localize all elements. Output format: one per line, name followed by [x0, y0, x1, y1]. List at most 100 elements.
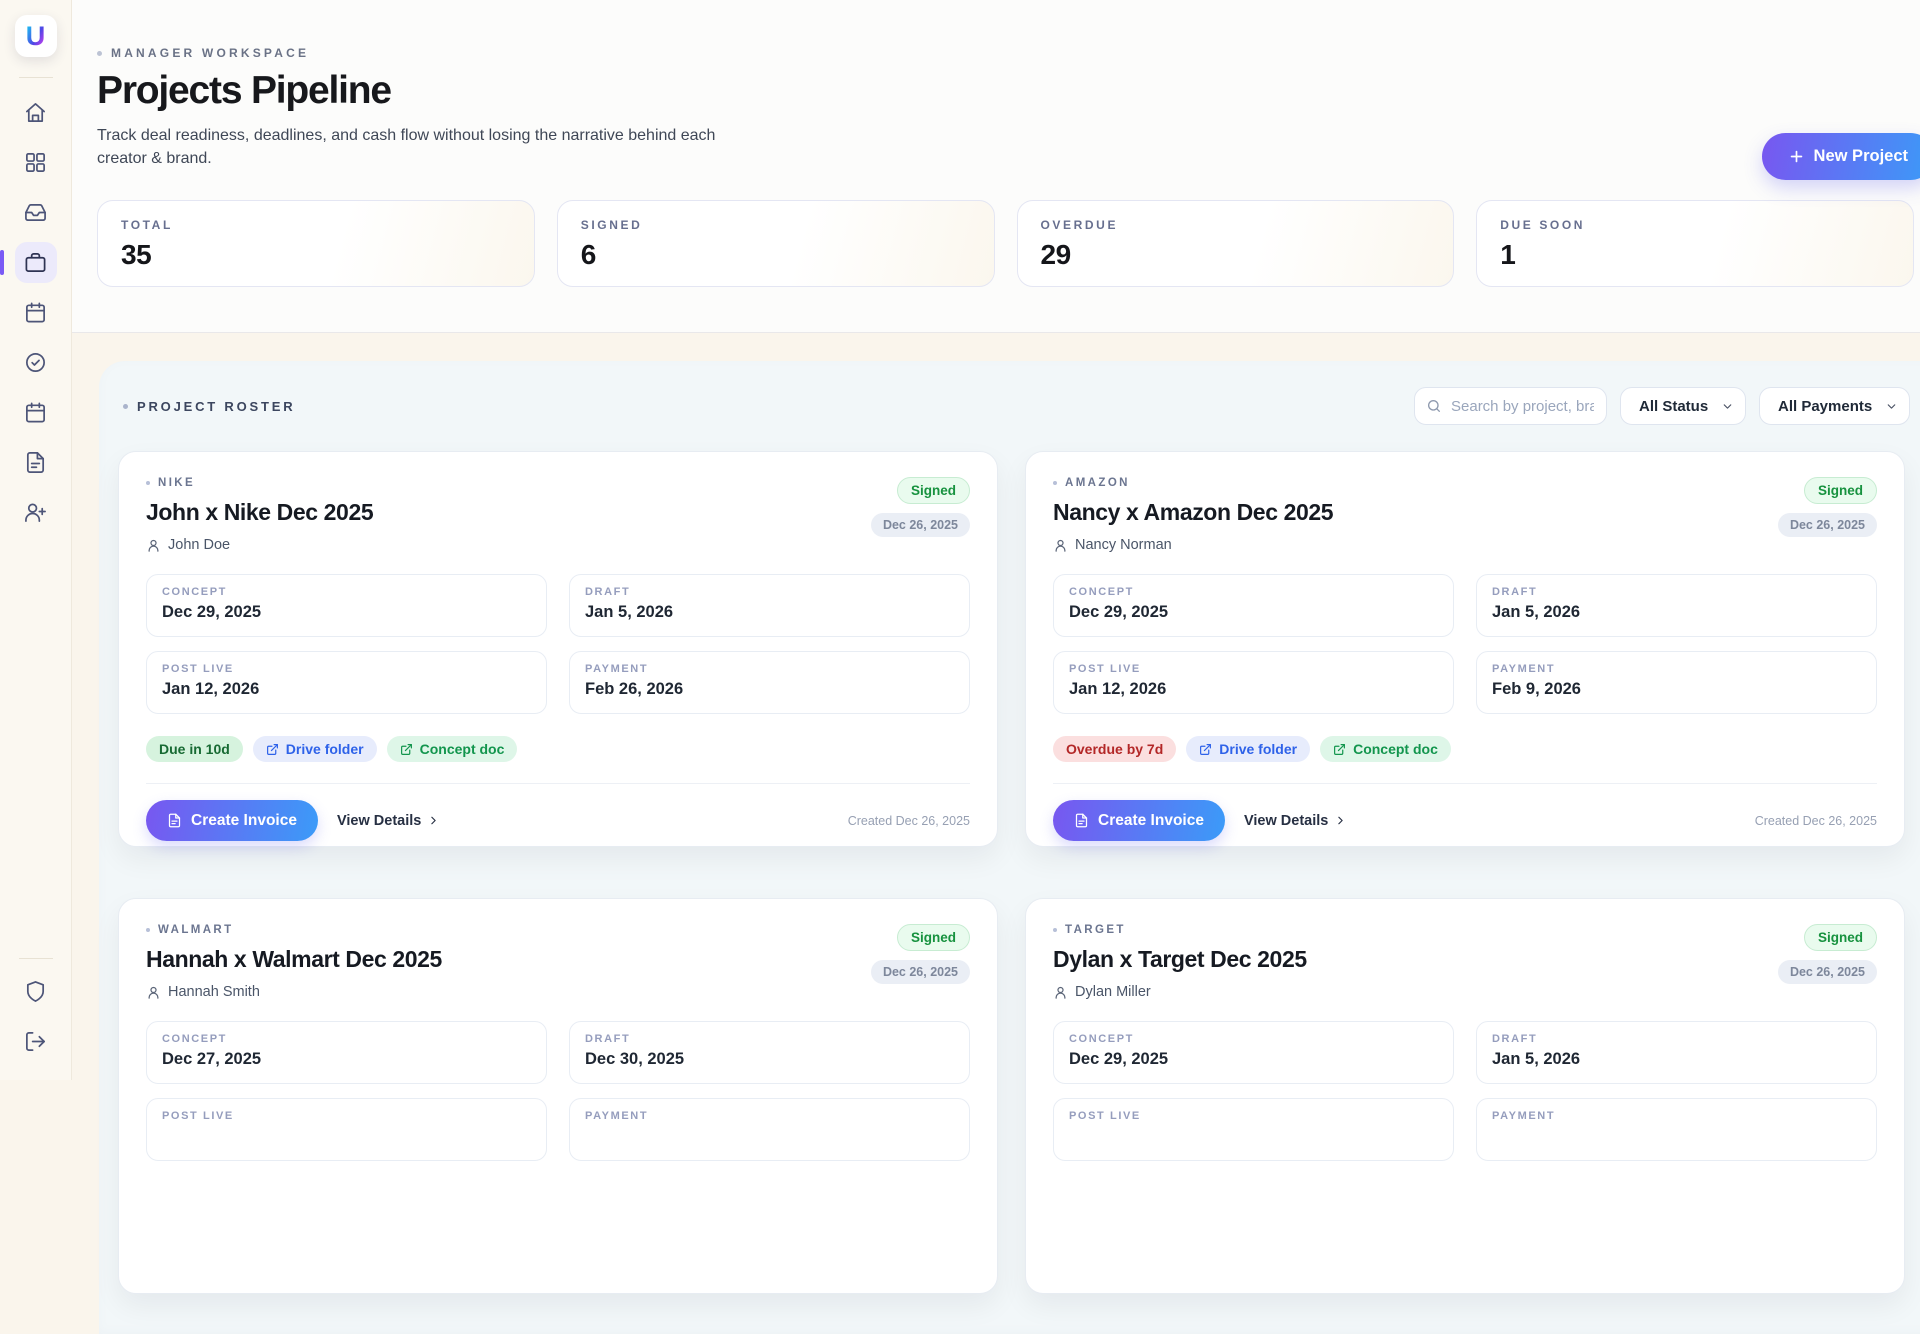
project-card: AMAZON Nancy x Amazon Dec 2025 Nancy Nor…: [1025, 451, 1905, 847]
created-date: Created Dec 26, 2025: [1755, 814, 1877, 828]
milestone-box: DRAFTJan 5, 2026: [1476, 1021, 1877, 1084]
milestones-grid: CONCEPT Dec 27, 2025 DRAFT Dec 30, 2025 POST…: [146, 1021, 970, 1161]
card-date-badge: Dec 26, 2025: [1778, 960, 1877, 984]
create-invoice-button[interactable]: Create Invoice: [146, 800, 318, 841]
card-badge[interactable]: Drive folder: [253, 736, 377, 762]
page-header: MANAGER WORKSPACE Projects Pipeline Trac…: [72, 0, 1920, 333]
card-badge-label: Due in 10d: [159, 741, 230, 757]
milestone-value: Dec 27, 2025: [162, 1050, 531, 1069]
card-creator: John Doe: [146, 537, 373, 553]
milestone-label: POST LIVE: [162, 1110, 531, 1122]
milestone-label: POST LIVE: [162, 663, 531, 675]
card-badge[interactable]: Concept doc: [387, 736, 518, 762]
sidebar-item-approvals-check-circle[interactable]: [15, 342, 57, 383]
stat-card: DUE SOON 1: [1476, 200, 1914, 287]
milestone-value: Dec 29, 2025: [162, 603, 531, 622]
milestone-value: Jan 5, 2026: [585, 603, 954, 622]
card-title: Nancy x Amazon Dec 2025: [1053, 499, 1333, 526]
page-subtitle: Track deal readiness, deadlines, and cas…: [97, 125, 752, 170]
milestone-label: CONCEPT: [1069, 1033, 1438, 1045]
card-badge[interactable]: Concept doc: [1320, 736, 1451, 762]
milestone-box: DRAFT Dec 30, 2025: [569, 1021, 970, 1084]
view-details-link[interactable]: View Details: [337, 813, 440, 829]
projects-briefcase-icon: [24, 251, 47, 274]
milestone-value: Jan 5, 2026: [1492, 603, 1861, 622]
sidebar-item-projects-briefcase[interactable]: [15, 242, 57, 283]
status-badge: Signed: [897, 924, 970, 951]
invoice-file-icon: [167, 813, 182, 828]
sidebar-item-dashboard-grid[interactable]: [15, 142, 57, 183]
card-badge[interactable]: Drive folder: [1186, 736, 1310, 762]
status-filter-select[interactable]: All Status: [1620, 387, 1746, 425]
card-badge-label: Drive folder: [286, 741, 364, 757]
logout-icon: [24, 1030, 47, 1053]
payments-filter: All Payments: [1759, 387, 1910, 425]
card-title: Hannah x Walmart Dec 2025: [146, 946, 442, 973]
milestone-label: DRAFT: [585, 1033, 954, 1045]
sidebar-item-security-shield[interactable]: [15, 971, 57, 1012]
project-card: NIKE John x Nike Dec 2025 John Doe Signe…: [118, 451, 998, 847]
status-badge: Signed: [1804, 477, 1877, 504]
milestone-box: CONCEPT Dec 27, 2025: [146, 1021, 547, 1084]
external-link-icon: [400, 743, 413, 756]
card-title: John x Nike Dec 2025: [146, 499, 373, 526]
create-invoice-label: Create Invoice: [191, 812, 297, 830]
security-shield-icon: [24, 980, 47, 1003]
create-invoice-button[interactable]: Create Invoice: [1053, 800, 1225, 841]
stat-value: 29: [1041, 239, 1431, 271]
milestone-label: CONCEPT: [162, 586, 531, 598]
external-link-icon: [1333, 743, 1346, 756]
card-title: Dylan x Target Dec 2025: [1053, 946, 1307, 973]
stat-card: SIGNED 6: [557, 200, 995, 287]
milestone-value: Dec 30, 2025: [585, 1050, 954, 1069]
card-badge: Due in 10d: [146, 736, 243, 762]
roster-controls: All Status All Payments: [1414, 387, 1910, 425]
sidebar-item-schedule-calendar[interactable]: [15, 392, 57, 433]
app-logo[interactable]: U: [15, 15, 57, 57]
documents-file-icon: [24, 451, 47, 474]
sidebar: U: [0, 0, 72, 1080]
sidebar-item-inbox[interactable]: [15, 192, 57, 233]
sidebar-footer-nav: [15, 971, 57, 1062]
card-badge-label: Concept doc: [1353, 741, 1438, 757]
sidebar-item-documents-file[interactable]: [15, 442, 57, 483]
milestone-box: PAYMENTFeb 9, 2026: [1476, 651, 1877, 714]
approvals-check-circle-icon: [24, 351, 47, 374]
milestone-value: Jan 12, 2026: [162, 680, 531, 699]
card-date-badge: Dec 26, 2025: [871, 513, 970, 537]
sidebar-divider-bottom: [19, 958, 53, 959]
milestone-label: PAYMENT: [1492, 1110, 1861, 1122]
person-icon: [146, 538, 161, 553]
sidebar-nav: [15, 92, 57, 533]
payments-filter-select[interactable]: All Payments: [1759, 387, 1910, 425]
card-footer: Create Invoice View Details Created Dec …: [146, 783, 970, 841]
brand-dot-icon: [1053, 928, 1057, 932]
project-card: TARGET Dylan x Target Dec 2025 Dylan Mil…: [1025, 898, 1905, 1294]
home-icon: [24, 101, 47, 124]
card-footer: Create Invoice View Details Created Dec …: [1053, 783, 1877, 841]
sidebar-item-logout[interactable]: [15, 1021, 57, 1062]
milestone-label: CONCEPT: [162, 1033, 531, 1045]
sidebar-item-calendar[interactable]: [15, 292, 57, 333]
roster-header: PROJECT ROSTER All Status All Payments: [118, 387, 1910, 425]
new-project-label: New Project: [1814, 147, 1908, 166]
invoice-file-icon: [1074, 813, 1089, 828]
card-badge-label: Concept doc: [420, 741, 505, 757]
sidebar-item-invite-user-plus[interactable]: [15, 492, 57, 533]
card-creator: Nancy Norman: [1053, 537, 1333, 553]
new-project-button[interactable]: New Project: [1762, 133, 1920, 180]
card-badge-label: Drive folder: [1219, 741, 1297, 757]
milestone-value: Feb 26, 2026: [585, 680, 954, 699]
card-brand-label: TARGET: [1065, 924, 1126, 936]
brand-dot-icon: [146, 481, 150, 485]
milestone-label: DRAFT: [1492, 1033, 1861, 1045]
view-details-link[interactable]: View Details: [1244, 813, 1347, 829]
card-brand: WALMART: [146, 924, 442, 936]
search-input[interactable]: [1414, 387, 1607, 425]
milestone-label: PAYMENT: [585, 663, 954, 675]
sidebar-item-home[interactable]: [15, 92, 57, 133]
card-creator: Dylan Miller: [1053, 984, 1307, 1000]
project-roster-panel: PROJECT ROSTER All Status All Payments: [99, 361, 1920, 1334]
milestone-box: CONCEPTDec 29, 2025: [1053, 574, 1454, 637]
search-icon: [1426, 398, 1442, 414]
